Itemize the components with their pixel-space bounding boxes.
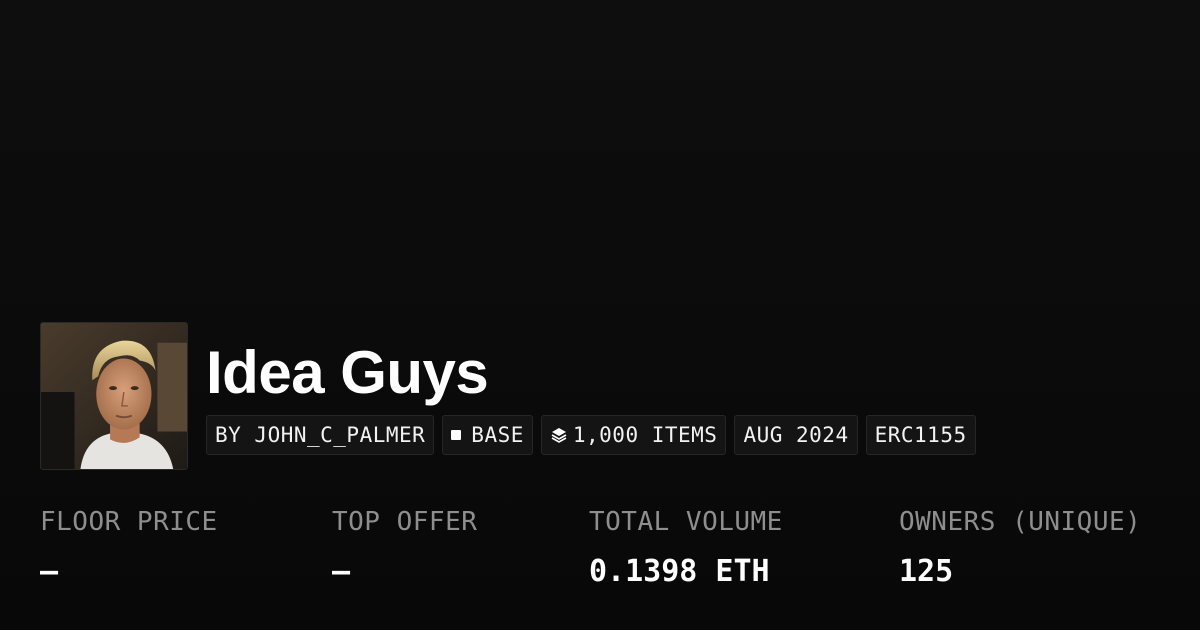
stat-total-volume: TOTAL VOLUME 0.1398 ETH xyxy=(589,504,783,590)
stat-owners: OWNERS (UNIQUE) 125 xyxy=(899,504,1141,590)
stat-floor-price: FLOOR PRICE – xyxy=(40,504,218,590)
collection-share-card: Idea Guys BY JOHN_C_PALMER BASE 1,000 IT… xyxy=(0,0,1200,630)
stat-label: OWNERS (UNIQUE) xyxy=(899,507,1142,537)
creator-badge[interactable]: BY JOHN_C_PALMER xyxy=(206,415,435,455)
collection-avatar xyxy=(40,322,188,470)
token-standard-label: ERC1155 xyxy=(874,423,967,447)
stat-value: 0.1398 ETH xyxy=(589,554,770,589)
chain-badge[interactable]: BASE xyxy=(442,415,533,455)
stat-label: FLOOR PRICE xyxy=(40,507,218,537)
stat-label: TOP OFFER xyxy=(332,507,478,537)
token-standard-badge: ERC1155 xyxy=(865,415,976,455)
layers-icon xyxy=(551,428,567,443)
profile-photo-icon xyxy=(41,323,187,469)
date-badge: AUG 2024 xyxy=(734,415,858,455)
stat-top-offer: TOP OFFER – xyxy=(332,504,477,590)
creator-label: BY JOHN_C_PALMER xyxy=(215,423,426,447)
collection-title: Idea Guys xyxy=(206,339,489,406)
base-chain-icon xyxy=(451,430,462,440)
date-label: AUG 2024 xyxy=(743,423,849,447)
stat-value: – xyxy=(332,554,351,589)
stat-label: TOTAL VOLUME xyxy=(589,507,783,537)
items-label: 1,000 ITEMS xyxy=(572,423,718,447)
stat-value: 125 xyxy=(899,554,954,589)
collection-badges: BY JOHN_C_PALMER BASE 1,000 ITEMS AUG 20… xyxy=(206,415,976,455)
stat-value: – xyxy=(40,554,59,589)
items-badge: 1,000 ITEMS xyxy=(540,415,727,455)
chain-label: BASE xyxy=(471,423,524,447)
